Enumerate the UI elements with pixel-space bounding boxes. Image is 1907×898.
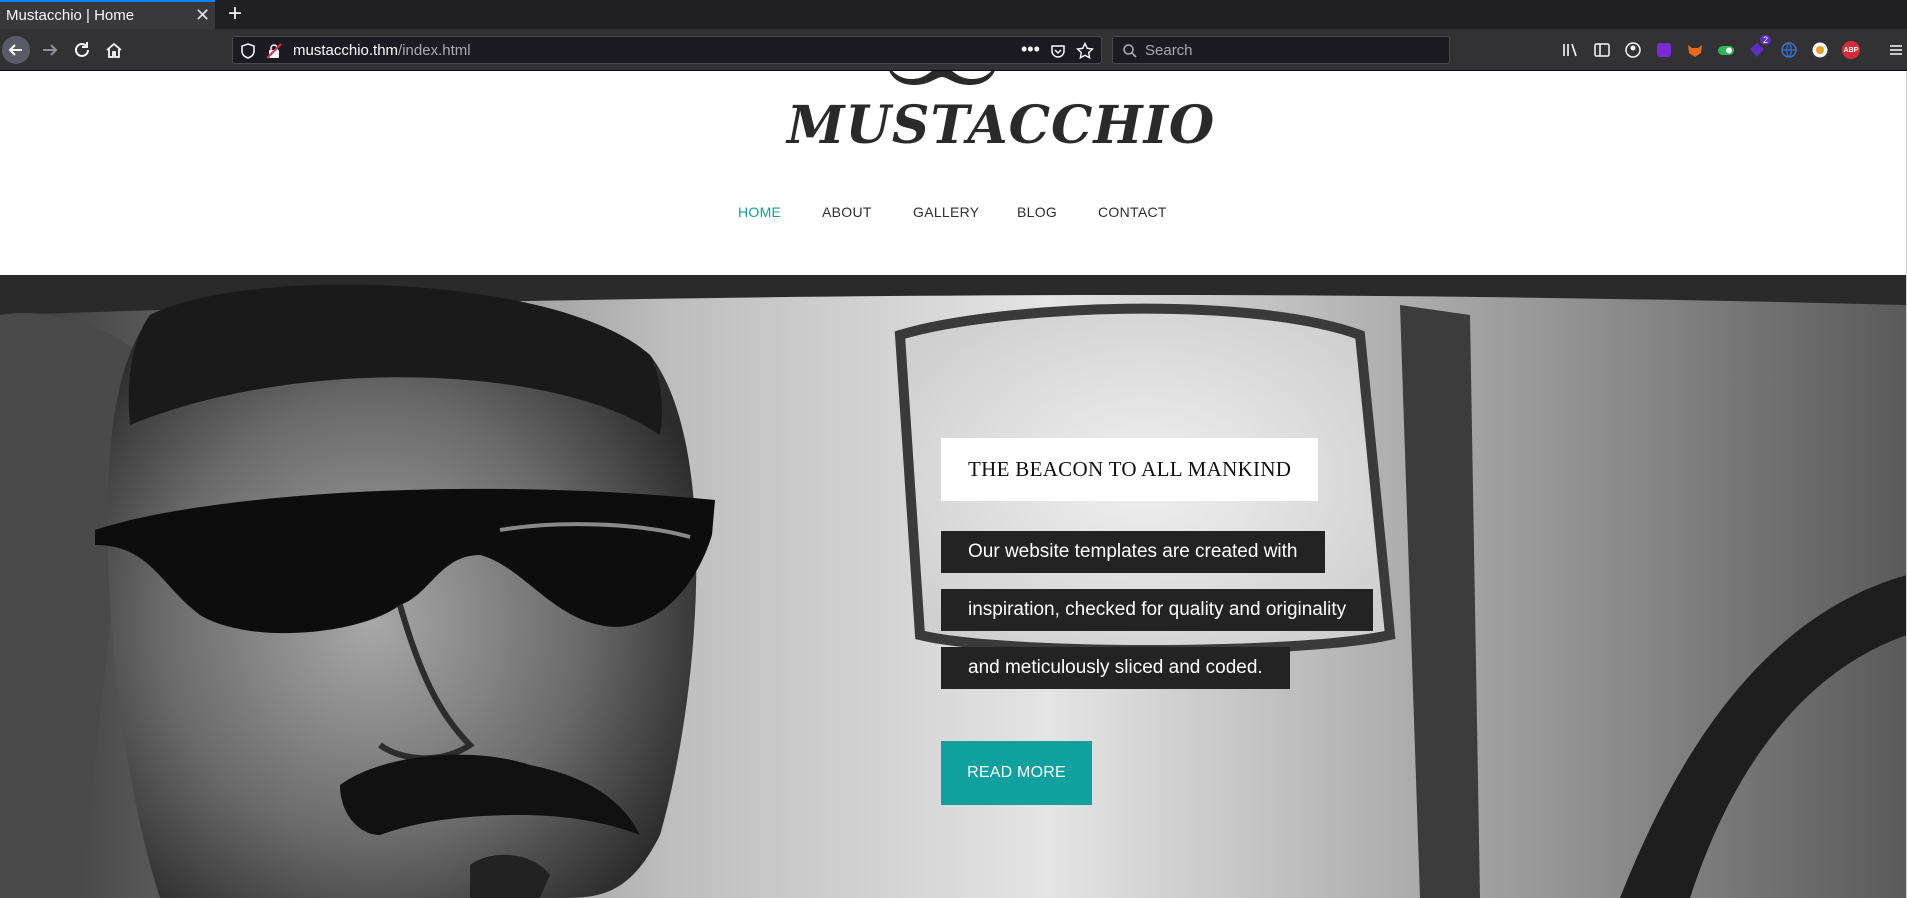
search-bar[interactable]: Search <box>1112 36 1450 64</box>
forward-button[interactable] <box>35 35 65 65</box>
shield-icon[interactable] <box>241 43 255 59</box>
hero-text-line-3: and meticulously sliced and coded. <box>941 647 1290 689</box>
extension-purple-icon[interactable] <box>1655 41 1673 59</box>
navigation-toolbar: mustacchio.thm/index.html ••• Search 2 A… <box>0 29 1907 71</box>
pocket-icon[interactable] <box>1050 43 1066 59</box>
nav-contact[interactable]: CONTACT <box>1098 204 1167 220</box>
reload-icon <box>75 42 89 57</box>
home-button[interactable] <box>99 35 129 65</box>
library-icon[interactable] <box>1561 41 1579 59</box>
home-icon <box>106 42 122 58</box>
extension-badge-button[interactable]: 2 <box>1748 35 1772 61</box>
nav-gallery[interactable]: GALLERY <box>913 204 979 220</box>
menu-icon[interactable] <box>1887 41 1905 59</box>
logo-text: MUSTACCHIO <box>787 95 1216 156</box>
bookmark-star-icon[interactable] <box>1076 42 1094 60</box>
mustache-icon <box>889 71 995 85</box>
hero-banner: THE BEACON TO ALL MANKIND Our website te… <box>0 275 1907 898</box>
tab-bar: Mustacchio | Home ✕ + <box>0 0 1907 29</box>
cookie-editor-icon[interactable] <box>1717 41 1735 59</box>
account-icon[interactable] <box>1624 41 1642 59</box>
nav-about[interactable]: ABOUT <box>822 204 872 220</box>
sidebar-icon[interactable] <box>1593 41 1611 59</box>
nav-home[interactable]: HOME <box>738 204 781 220</box>
web-page: MUSTACCHIO HOME ABOUT GALLERY BLOG CONTA… <box>0 71 1907 898</box>
hero-heading: THE BEACON TO ALL MANKIND <box>941 438 1319 501</box>
insecure-lock-icon[interactable] <box>266 43 282 59</box>
search-input[interactable]: Search <box>1145 42 1193 59</box>
nav-blog[interactable]: BLOG <box>1017 204 1057 220</box>
reload-button[interactable] <box>67 35 97 65</box>
tab-title: Mustacchio | Home <box>6 7 135 24</box>
extension-badge-count: 2 <box>1760 35 1772 45</box>
url-text[interactable]: mustacchio.thm/index.html <box>293 42 471 59</box>
forward-arrow-icon <box>43 44 58 56</box>
site-logo[interactable]: MUSTACCHIO <box>787 71 1214 161</box>
tab-active[interactable]: Mustacchio | Home ✕ <box>0 0 215 29</box>
new-tab-icon[interactable]: + <box>228 0 242 27</box>
hero-text-line-2: inspiration, checked for quality and ori… <box>941 589 1374 631</box>
hero-text-line-1: Our website templates are created with <box>941 531 1325 573</box>
globe-icon[interactable] <box>1780 41 1798 59</box>
adblock-plus-icon[interactable]: ABP <box>1842 41 1860 59</box>
back-arrow-icon <box>8 44 22 56</box>
page-actions-icon[interactable]: ••• <box>1021 39 1040 60</box>
close-icon[interactable]: ✕ <box>195 5 210 25</box>
user-agent-icon[interactable] <box>1811 41 1829 59</box>
url-bar[interactable]: mustacchio.thm/index.html ••• <box>232 36 1102 64</box>
search-icon <box>1123 44 1137 58</box>
read-more-button[interactable]: READ MORE <box>941 741 1092 805</box>
foxyproxy-icon[interactable] <box>1686 41 1704 59</box>
back-button[interactable] <box>2 36 30 64</box>
